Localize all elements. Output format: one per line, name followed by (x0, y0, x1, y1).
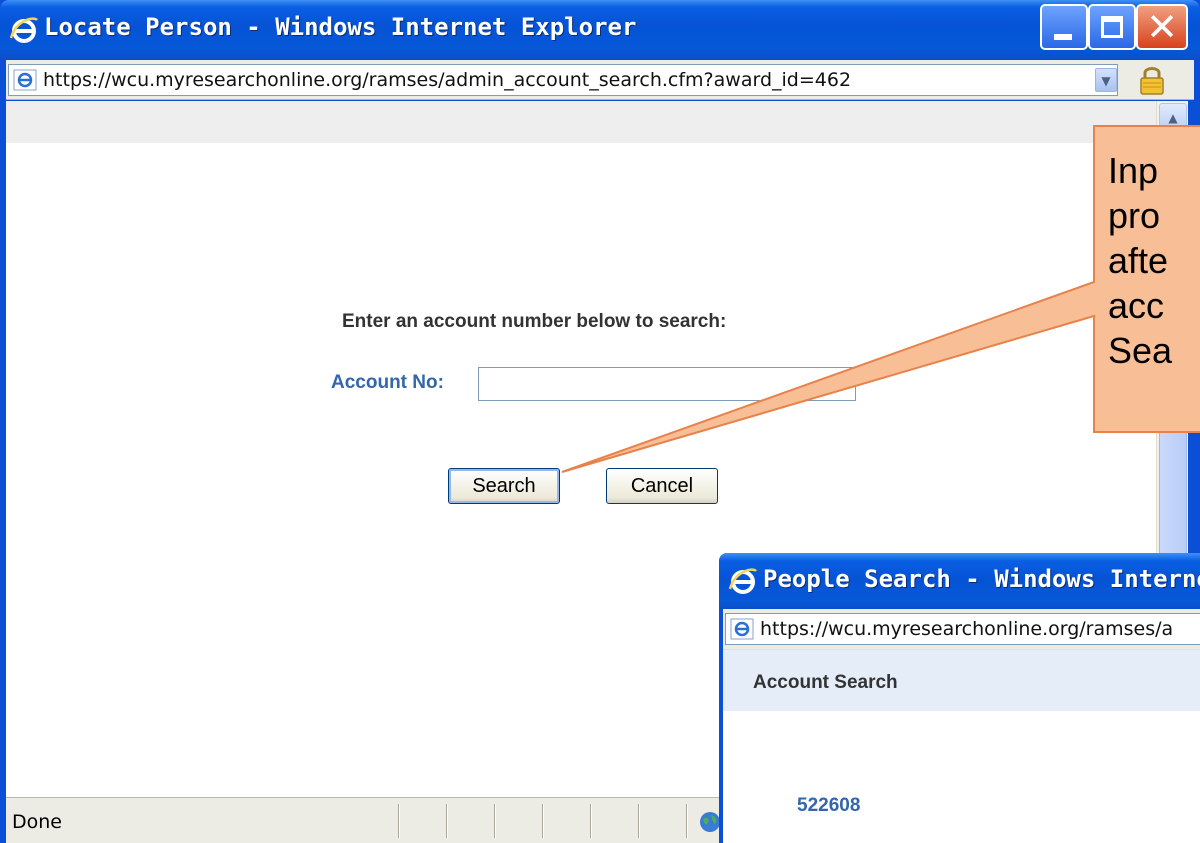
account-number-input[interactable] (478, 367, 856, 401)
search-button[interactable]: Search (448, 468, 560, 504)
ie-page-icon (13, 69, 37, 91)
section-title: Account Search (753, 672, 898, 693)
title-bar[interactable]: People Search - Windows Internet E (719, 553, 1200, 609)
maximize-button[interactable] (1088, 4, 1136, 50)
page-header-band (6, 101, 1156, 143)
title-bar[interactable]: Locate Person - Windows Internet Explore… (0, 0, 1200, 60)
close-icon: ✕ (1146, 5, 1178, 49)
status-divider (542, 804, 544, 838)
minimize-icon (1054, 34, 1072, 40)
address-dropdown-icon[interactable]: ▼ (1095, 68, 1117, 92)
callout-line: pro (1108, 195, 1161, 236)
account-result-link[interactable]: 522608 (797, 795, 860, 817)
status-text: Done (12, 811, 62, 833)
status-divider (590, 804, 592, 838)
status-divider (686, 804, 688, 838)
ie-page-icon (730, 618, 754, 640)
status-divider (446, 804, 448, 838)
address-bar: https://wcu.myresearchonline.org/ramses/… (6, 60, 1194, 100)
address-url: https://wcu.myresearchonline.org/ramses/… (760, 618, 1174, 640)
callout-line: acc (1108, 285, 1165, 326)
ie-logo-icon (728, 568, 757, 594)
address-field[interactable]: https://wcu.myresearchonline.org/ramses/… (725, 613, 1200, 645)
status-divider (638, 804, 640, 838)
account-number-label: Account No: (331, 372, 444, 393)
close-button[interactable]: ✕ (1136, 4, 1188, 50)
search-prompt: Enter an account number below to search: (342, 311, 727, 332)
callout-line: afte (1108, 240, 1169, 281)
minimize-button[interactable] (1040, 4, 1088, 50)
status-divider (398, 804, 400, 838)
status-divider (494, 804, 496, 838)
ie-logo-icon (9, 17, 38, 43)
address-url: https://wcu.myresearchonline.org/ramses/… (43, 69, 852, 91)
people-search-window: People Search - Windows Internet E https… (719, 553, 1200, 843)
scroll-up-icon[interactable]: ▲ (1159, 103, 1187, 131)
callout-line: Inp (1108, 150, 1159, 191)
cancel-button[interactable]: Cancel (606, 468, 718, 504)
page-content: Account Search 522608 (723, 649, 1200, 843)
lock-icon[interactable] (1134, 64, 1170, 96)
address-bar: https://wcu.myresearchonline.org/ramses/… (723, 609, 1200, 649)
maximize-icon (1101, 16, 1123, 38)
address-field[interactable]: https://wcu.myresearchonline.org/ramses/… (8, 64, 1118, 96)
window-title: People Search - Windows Internet E (763, 565, 1200, 593)
callout-text: Inp pro afte acc Sea (1108, 148, 1200, 438)
callout-line: Sea (1108, 330, 1173, 371)
section-header: Account Search (723, 649, 1200, 711)
window-title: Locate Person - Windows Internet Explore… (44, 13, 637, 41)
